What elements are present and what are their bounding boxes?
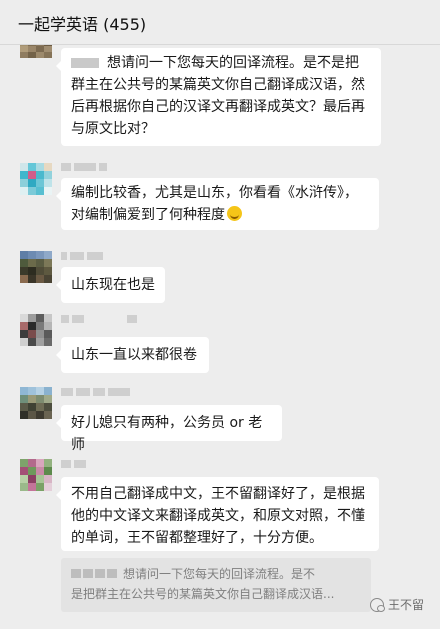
message-text: 好儿媳只有两种，公务员 or 老师: [71, 415, 263, 453]
message-bubble[interactable]: 好儿媳只有两种，公务员 or 老师: [56, 405, 282, 453]
message-bubble[interactable]: 山东一直以来都很卷: [56, 337, 209, 373]
blurred-sender-mention: [71, 58, 99, 68]
quote-line-2: 是把群主在公共号的某篇英文你自己翻译成汉语...: [71, 587, 335, 601]
quote-line-1: 想请问一下您每天的回译流程。是不: [71, 564, 361, 584]
quoted-message[interactable]: 想请问一下您每天的回译流程。是不 是把群主在公共号的某篇英文你自己翻译成汉语..…: [61, 558, 371, 612]
sender-name: [61, 162, 107, 172]
avatar[interactable]: [20, 459, 52, 491]
message-bubble[interactable]: 山东现在也是: [56, 267, 165, 303]
blurred-quote-sender: [95, 569, 105, 578]
blurred-quote-sender: [83, 569, 93, 578]
blurred-quote-sender: [107, 569, 117, 578]
watermark: 王不留: [370, 596, 424, 613]
chat-header: 一起学英语 (455): [0, 0, 440, 45]
message-text: 不用自己翻译成中文，王不留翻译好了，是根据他的中文译文来翻译成英文，和原文对照，…: [71, 486, 365, 546]
message-bubble[interactable]: 编制比较香，尤其是山东，你看看《水浒传》，对编制偏爱到了何种程度: [56, 178, 379, 230]
chat-area: 想请问一下您每天的回译流程。是不是把群主在公共号的某篇英文你自己翻译成汉语，然后…: [0, 0, 440, 629]
sender-name: [61, 314, 137, 324]
grinning-sweat-emoji-icon: [227, 206, 242, 221]
avatar[interactable]: [20, 163, 52, 195]
quote-text: 想请问一下您每天的回译流程。是不: [123, 567, 316, 581]
wechat-icon: [370, 597, 385, 612]
message-text: 山东现在也是: [71, 277, 155, 293]
message-bubble[interactable]: 想请问一下您每天的回译流程。是不是把群主在公共号的某篇英文你自己翻译成汉语，然后…: [56, 48, 381, 146]
avatar[interactable]: [20, 251, 52, 283]
chat-title[interactable]: 一起学英语 (455): [18, 11, 146, 35]
message-text: 山东一直以来都很卷: [71, 347, 197, 363]
message-bubble[interactable]: 不用自己翻译成中文，王不留翻译好了，是根据他的中文译文来翻译成英文，和原文对照，…: [56, 477, 379, 551]
message-text: 编制比较香，尤其是山东，你看看《水浒传》，对编制偏爱到了何种程度: [71, 185, 358, 223]
message-text: 想请问一下您每天的回译流程。是不是把群主在公共号的某篇英文你自己翻译成汉语，然后…: [71, 55, 365, 137]
avatar[interactable]: [20, 387, 52, 419]
sender-name: [61, 387, 130, 397]
avatar[interactable]: [20, 314, 52, 346]
sender-name: [61, 251, 103, 261]
blurred-quote-sender: [71, 569, 81, 578]
watermark-text: 王不留: [388, 598, 425, 612]
sender-name: [61, 459, 86, 469]
